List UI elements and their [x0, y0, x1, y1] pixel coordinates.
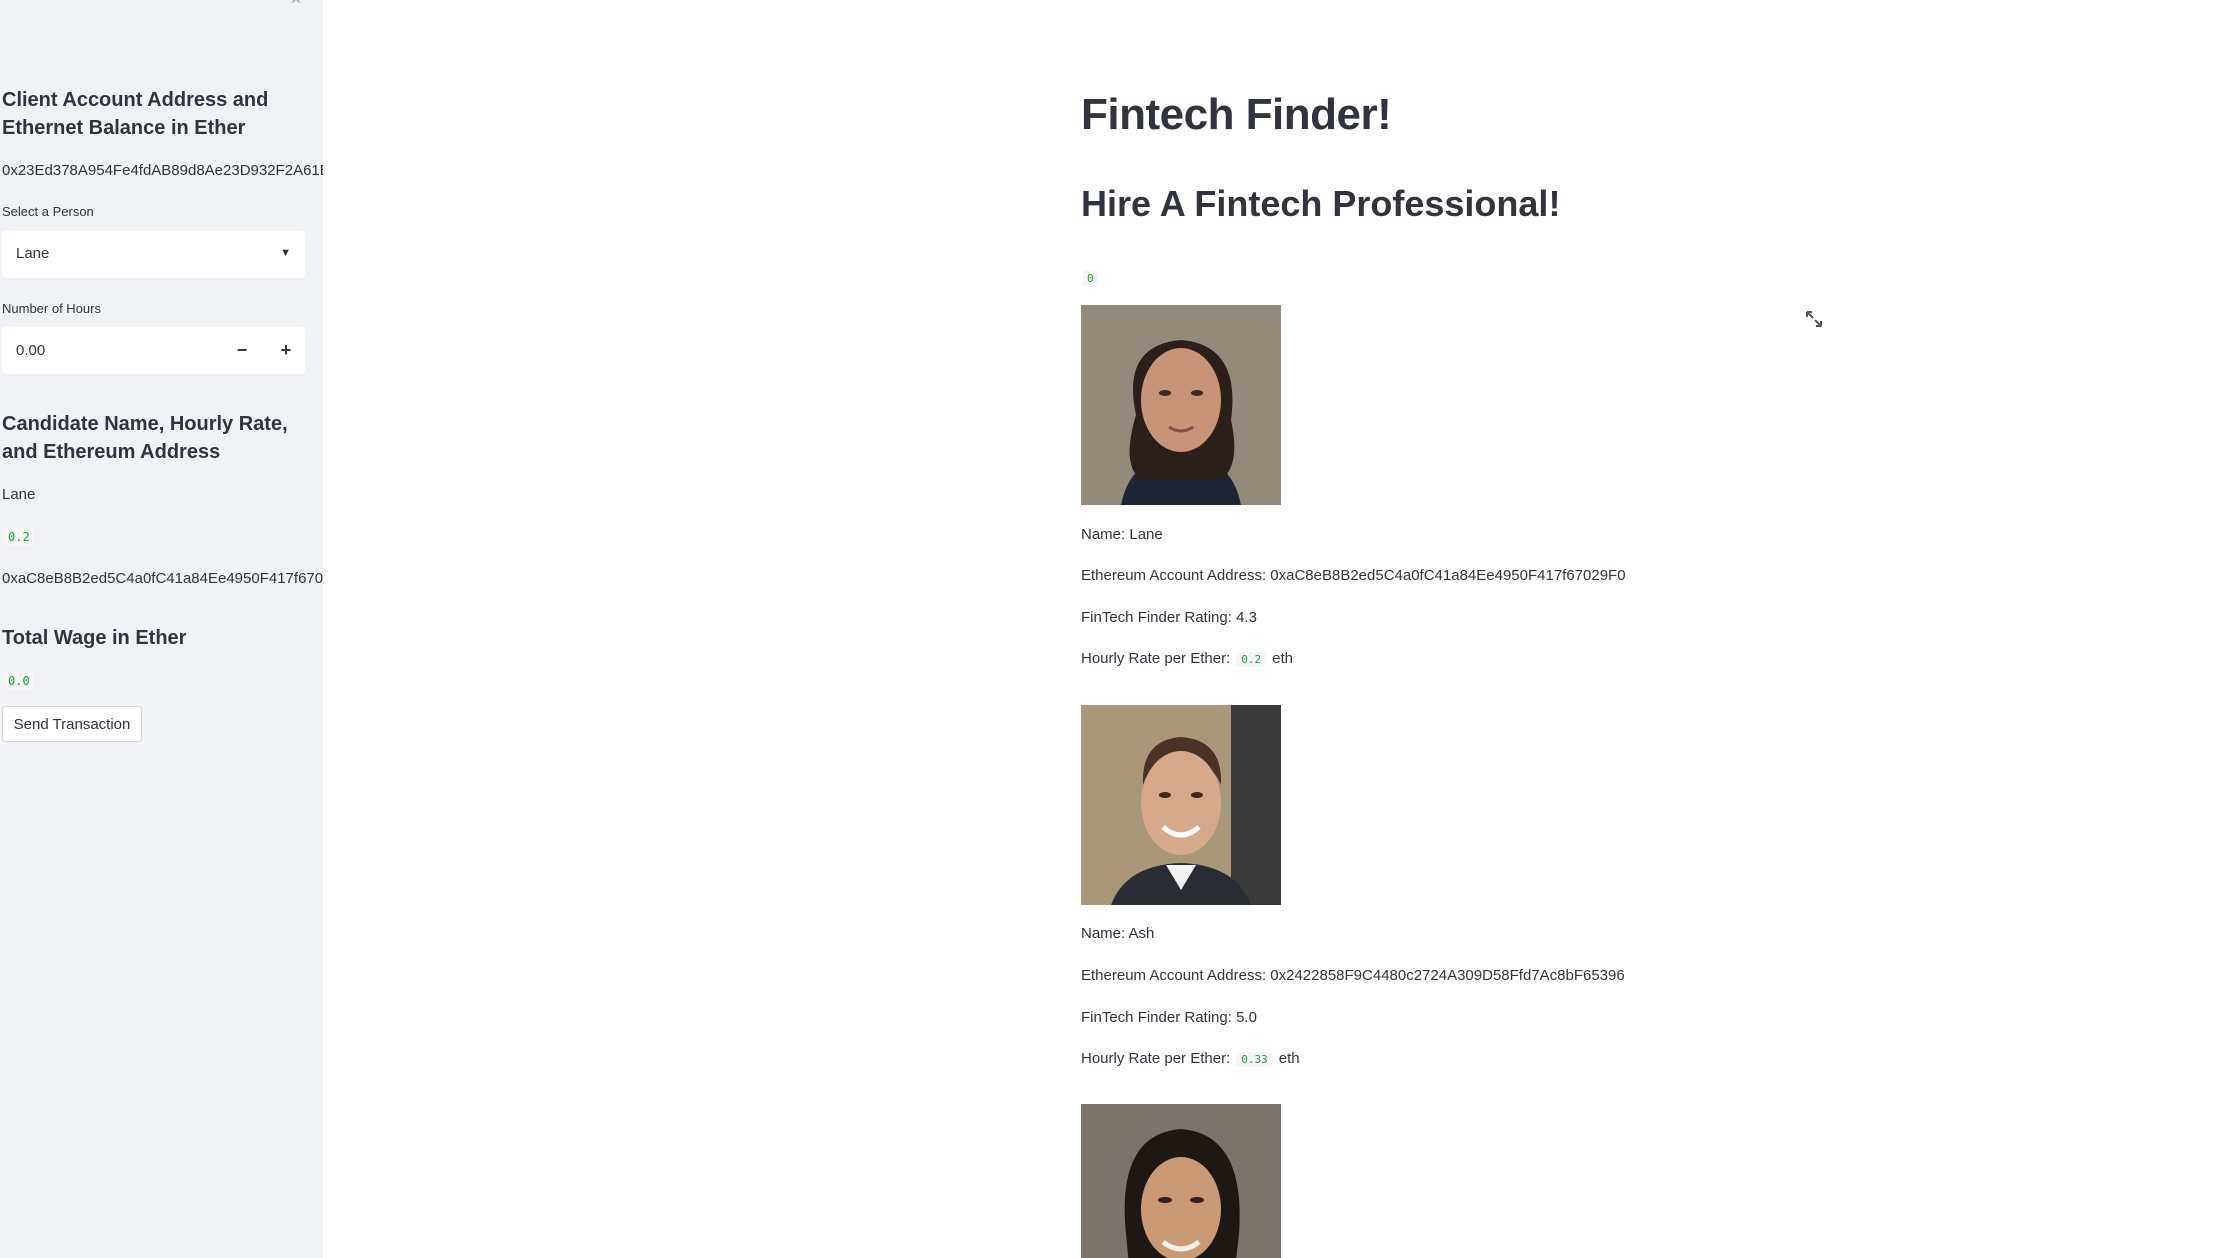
page-title: Fintech Finder! — [1081, 90, 1392, 139]
page-subtitle: Hire A Fintech Professional! — [1081, 183, 1561, 224]
candidate-address: 0xaC8eB8B2ed5C4a0fC41a84Ee4950F417f67029 — [2, 570, 323, 587]
rate-label: Hourly Rate per Ether: — [1081, 1050, 1231, 1067]
rate-label: Hourly Rate per Ether: — [1081, 650, 1231, 667]
index-badge: 0 — [1083, 270, 1098, 287]
rate-value: 0.33 — [1236, 1052, 1273, 1067]
candidate-1-name: Name: Lane — [1081, 526, 1163, 543]
candidate-heading: Candidate Name, Hourly Rate, and Ethereu… — [2, 413, 288, 463]
candidate-1-rate: Hourly Rate per Ether: 0.2 eth — [1081, 650, 1293, 667]
decrement-button[interactable]: − — [220, 327, 264, 374]
candidate-2-rating: FinTech Finder Rating: 5.0 — [1081, 1009, 1257, 1026]
candidate-photo — [1081, 1104, 1281, 1258]
wage-heading: Total Wage in Ether — [2, 627, 187, 649]
hours-number-input: − + — [2, 327, 305, 374]
select-person-label: Select a Person — [2, 204, 94, 219]
account-heading: Client Account Address and Ethernet Bala… — [2, 89, 269, 139]
rate-value: 0.2 — [1236, 652, 1267, 667]
candidate-2-name: Name: Ash — [1081, 925, 1155, 942]
candidate-2-address: Ethereum Account Address: 0x2422858F9C44… — [1081, 967, 1625, 984]
candidate-photo — [1081, 305, 1281, 505]
candidate-photo — [1081, 705, 1281, 905]
chevron-down-icon: ▼ — [280, 247, 291, 259]
candidate-2-rate: Hourly Rate per Ether: 0.33 eth — [1081, 1050, 1300, 1067]
hours-field[interactable] — [2, 327, 216, 374]
wage-value: 0.0 — [4, 672, 34, 690]
rate-unit: eth — [1272, 650, 1293, 667]
select-person-value: Lane — [16, 245, 50, 262]
select-person-dropdown[interactable]: Lane ▼ — [2, 231, 305, 278]
candidate-1-rating: FinTech Finder Rating: 4.3 — [1081, 609, 1257, 626]
hours-label: Number of Hours — [2, 301, 101, 316]
rate-unit: eth — [1278, 1050, 1300, 1067]
candidate-name: Lane — [2, 486, 36, 503]
candidate-rate: 0.2 — [4, 528, 34, 546]
send-transaction-button[interactable]: Send Transaction — [2, 706, 142, 742]
increment-button[interactable]: + — [264, 327, 308, 374]
account-address: 0x23Ed378A954Fe4fdAB89d8Ae23D932F2A61EB2 — [2, 162, 323, 179]
fullscreen-icon[interactable] — [1805, 310, 1823, 328]
sidebar: ✕ Client Account Address and Ethernet Ba… — [0, 0, 323, 1258]
candidate-1-address: Ethereum Account Address: 0xaC8eB8B2ed5C… — [1081, 567, 1626, 584]
close-icon[interactable]: ✕ — [286, 0, 306, 6]
